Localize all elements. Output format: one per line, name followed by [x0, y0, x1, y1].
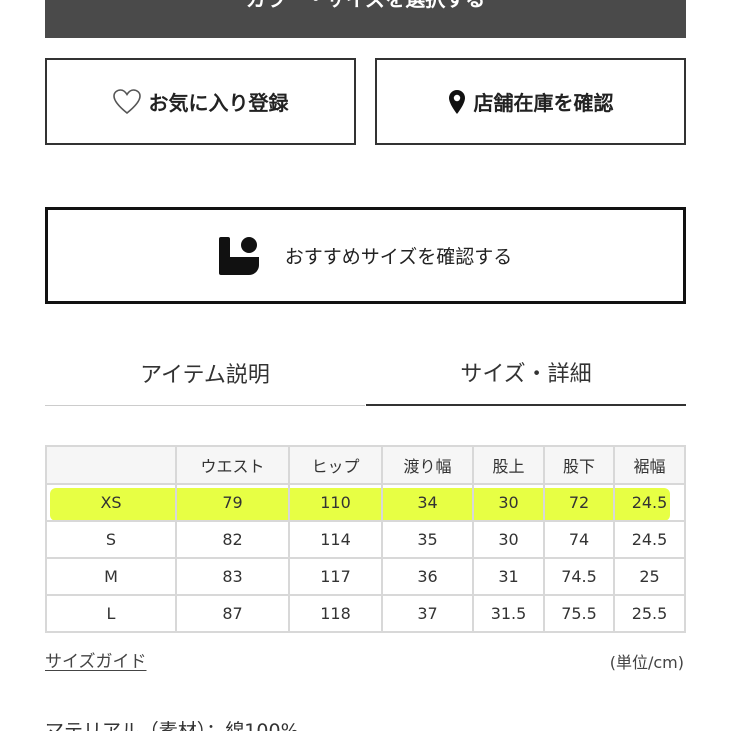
table-cell: 117: [288, 557, 383, 596]
table-cell: 30: [472, 483, 545, 522]
table-cell: L: [45, 594, 177, 633]
table-header-cell: ウエスト: [175, 445, 290, 485]
table-cell: 31.5: [472, 594, 545, 633]
select-color-size-button[interactable]: カラー・サイズを選択する: [45, 0, 686, 38]
detail-tabs: アイテム説明 サイズ・詳細: [45, 340, 686, 406]
table-header-cell: [45, 445, 177, 485]
table-header-cell: ヒップ: [288, 445, 383, 485]
table-header-cell: 裾幅: [613, 445, 686, 485]
brand-logo-icon: [218, 236, 259, 275]
table-cell: 110: [288, 483, 383, 522]
table-header-cell: 股下: [543, 445, 615, 485]
table-cell: 82: [175, 520, 290, 559]
table-cell: 87: [175, 594, 290, 633]
tab-item-description[interactable]: アイテム説明: [45, 340, 365, 406]
table-header-row: ウエスト ヒップ 渡り幅 股上 股下 裾幅: [45, 445, 686, 485]
tab-size-detail[interactable]: サイズ・詳細: [366, 340, 686, 406]
store-stock-label: 店舗在庫を確認: [473, 91, 614, 115]
table-cell: 74: [543, 520, 615, 559]
table-cell: 74.5: [543, 557, 615, 596]
table-cell: M: [45, 557, 177, 596]
table-cell: S: [45, 520, 177, 559]
table-cell: 79: [175, 483, 290, 522]
table-row: L 87 118 37 31.5 75.5 25.5: [45, 594, 686, 633]
heart-icon: [112, 88, 141, 115]
store-stock-button[interactable]: 店舗在庫を確認: [375, 58, 686, 145]
location-pin-icon: [448, 89, 466, 115]
select-color-size-label: カラー・サイズを選択する: [246, 0, 485, 12]
table-cell: 37: [381, 594, 474, 633]
table-cell: 83: [175, 557, 290, 596]
table-cell: 35: [381, 520, 474, 559]
table-cell: 24.5: [613, 520, 686, 559]
table-row: M 83 117 36 31 74.5 25: [45, 557, 686, 596]
favorite-button[interactable]: お気に入り登録: [45, 58, 356, 145]
table-cell: 118: [288, 594, 383, 633]
table-cell: 25.5: [613, 594, 686, 633]
material-text: マテリアル（素材）：綿100%: [45, 720, 299, 731]
unit-label: (単位/cm): [609, 653, 684, 672]
favorite-label: お気に入り登録: [148, 91, 289, 115]
table-cell: 25: [613, 557, 686, 596]
table-cell: 36: [381, 557, 474, 596]
table-header-cell: 股上: [472, 445, 545, 485]
table-cell: 30: [472, 520, 545, 559]
recommend-size-label: おすすめサイズを確認する: [284, 246, 513, 268]
size-guide-link[interactable]: サイズガイド: [45, 647, 147, 672]
recommend-size-button[interactable]: おすすめサイズを確認する: [45, 207, 686, 304]
table-cell: 72: [543, 483, 615, 522]
size-table: ウエスト ヒップ 渡り幅 股上 股下 裾幅 XS 79 110 34 30 72…: [45, 445, 686, 633]
table-cell: 75.5: [543, 594, 615, 633]
table-row: S 82 114 35 30 74 24.5: [45, 520, 686, 559]
table-cell: 114: [288, 520, 383, 559]
table-cell: XS: [45, 483, 177, 522]
table-cell: 34: [381, 483, 474, 522]
table-row: XS 79 110 34 30 72 24.5: [45, 483, 686, 522]
table-cell: 31: [472, 557, 545, 596]
table-cell: 24.5: [613, 483, 686, 522]
table-header-cell: 渡り幅: [381, 445, 474, 485]
